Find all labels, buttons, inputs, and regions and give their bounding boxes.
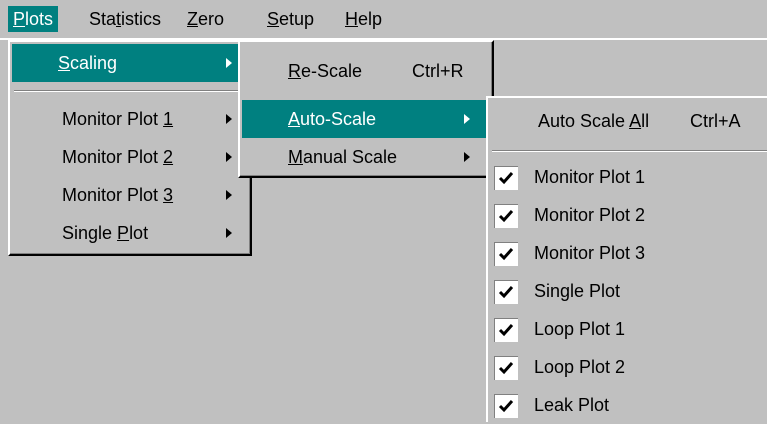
menu-item-auto-scale[interactable]: Auto-Scale: [242, 100, 488, 138]
submenu-arrow-icon: [226, 58, 232, 68]
scaling-submenu: Re-Scale Ctrl+R Auto-Scale Manual Scale: [238, 40, 494, 178]
submenu-arrow-icon: [226, 114, 232, 124]
submenu-arrow-icon: [226, 190, 232, 200]
menu-item-check-leak-plot[interactable]: Leak Plot: [490, 386, 767, 424]
auto-scale-submenu: Auto Scale All Ctrl+A Monitor Plot 1 Mon…: [486, 96, 767, 422]
menu-zero[interactable]: Zero: [182, 6, 229, 32]
menu-item-check-monitor-plot-1[interactable]: Monitor Plot 1: [490, 158, 767, 196]
plots-dropdown-menu: Scaling Monitor Plot 1 Monitor Plot 2 Mo…: [8, 40, 252, 256]
checkmark-icon: [494, 280, 518, 304]
menu-item-check-monitor-plot-3[interactable]: Monitor Plot 3: [490, 234, 767, 272]
checkmark-icon: [494, 204, 518, 228]
checkmark-icon: [494, 166, 518, 190]
menu-item-auto-scale-all[interactable]: Auto Scale All Ctrl+A: [490, 102, 767, 140]
menu-item-check-loop-plot-2[interactable]: Loop Plot 2: [490, 348, 767, 386]
checkmark-icon: [494, 318, 518, 342]
menu-item-monitor-plot-3[interactable]: Monitor Plot 3: [12, 176, 246, 214]
checkmark-icon: [494, 242, 518, 266]
shortcut-label: Ctrl+R: [412, 61, 464, 81]
menu-item-rescale[interactable]: Re-Scale Ctrl+R: [242, 52, 488, 90]
submenu-arrow-icon: [464, 152, 470, 162]
submenu-arrow-icon: [464, 114, 470, 124]
checkmark-icon: [494, 394, 518, 418]
menu-setup[interactable]: Setup: [262, 6, 319, 32]
menu-item-manual-scale[interactable]: Manual Scale: [242, 138, 488, 176]
menu-plots[interactable]: Plots: [8, 6, 59, 32]
menu-item-single-plot[interactable]: Single Plot: [12, 214, 246, 252]
checkmark-icon: [494, 356, 518, 380]
menu-item-check-loop-plot-1[interactable]: Loop Plot 1: [490, 310, 767, 348]
menu-item-monitor-plot-1[interactable]: Monitor Plot 1: [12, 100, 246, 138]
menu-item-monitor-plot-2[interactable]: Monitor Plot 2: [12, 138, 246, 176]
shortcut-label: Ctrl+A: [690, 111, 741, 131]
menubar: Plots Statistics Zero Setup Help: [0, 0, 767, 38]
menu-item-scaling[interactable]: Scaling: [12, 44, 246, 82]
menu-statistics[interactable]: Statistics: [84, 6, 166, 32]
submenu-arrow-icon: [226, 228, 232, 238]
menu-item-check-single-plot[interactable]: Single Plot: [490, 272, 767, 310]
submenu-arrow-icon: [226, 152, 232, 162]
menu-separator: [14, 90, 244, 92]
menu-item-check-monitor-plot-2[interactable]: Monitor Plot 2: [490, 196, 767, 234]
menu-separator: [492, 150, 767, 152]
menu-help[interactable]: Help: [340, 6, 387, 32]
